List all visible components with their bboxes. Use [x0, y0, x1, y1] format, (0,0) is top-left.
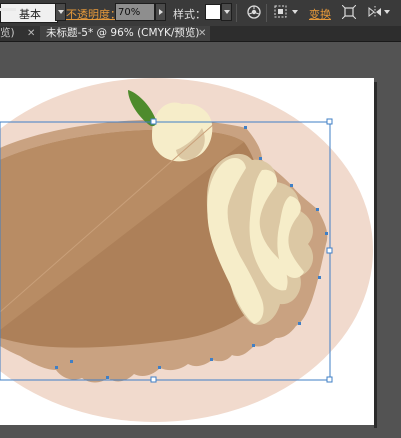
- resize-handle-bottom[interactable]: [150, 376, 157, 383]
- resize-handle-right[interactable]: [326, 247, 333, 254]
- artwork-canvas[interactable]: [0, 0, 401, 438]
- resize-handle-bottom-right[interactable]: [326, 376, 333, 383]
- resize-handle-top[interactable]: [150, 118, 157, 125]
- resize-handle-top-right[interactable]: [326, 118, 333, 125]
